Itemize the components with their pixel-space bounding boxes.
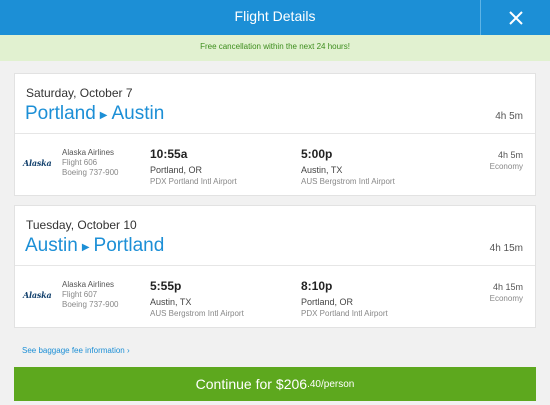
departure-city: Portland, OR	[150, 165, 203, 175]
segment-duration: 4h 5m	[497, 150, 523, 160]
arrival-info: 5:00p Austin, TX AUS Bergstrom Intl Airp…	[301, 147, 395, 187]
flight-card-return: Tuesday, October 10 Austin ▶ Portland 4h…	[14, 205, 536, 328]
flight-duration: 4h 5m	[495, 111, 523, 122]
flight-card-outbound: Saturday, October 7 Portland ▶ Austin 4h…	[14, 73, 536, 196]
continue-price: $206	[275, 376, 308, 392]
airline-name: Alaska Airlines	[62, 148, 115, 157]
airline-name: Alaska Airlines	[62, 280, 115, 289]
continue-button[interactable]: Continue for $206 .40/person	[14, 367, 536, 401]
airline-logo: Alaska	[23, 158, 52, 168]
arrival-info: 8:10p Portland, OR PDX Portland Intl Air…	[301, 279, 388, 319]
route-origin: Portland	[25, 103, 96, 124]
departure-info: 10:55a Portland, OR PDX Portland Intl Ai…	[150, 147, 237, 187]
cabin-class: Economy	[489, 294, 523, 303]
divider	[15, 133, 535, 134]
segment-info: 4h 5m Economy	[490, 149, 523, 173]
departure-info: 5:55p Austin, TX AUS Bergstrom Intl Airp…	[150, 279, 244, 319]
baggage-fee-link[interactable]: See baggage fee information ›	[22, 346, 130, 355]
route-origin: Austin	[25, 235, 78, 256]
triangle-right-icon: ▶	[99, 109, 108, 121]
arrival-airport: PDX Portland Intl Airport	[301, 309, 388, 318]
cancellation-notice: Free cancellation within the next 24 hou…	[0, 35, 550, 61]
departure-city: Austin, TX	[150, 297, 192, 307]
flight-route: Portland ▶ Austin	[25, 103, 164, 125]
divider	[15, 265, 535, 266]
departure-time: 5:55p	[150, 279, 182, 293]
page-title: Flight Details	[234, 8, 316, 24]
departure-airport: PDX Portland Intl Airport	[150, 177, 237, 186]
flight-date: Tuesday, October 10	[26, 218, 137, 232]
departure-airport: AUS Bergstrom Intl Airport	[150, 309, 244, 318]
route-destination: Austin	[111, 103, 165, 124]
aircraft-type: Boeing 737-900	[62, 168, 119, 177]
route-destination: Portland	[93, 235, 165, 256]
segment-duration: 4h 15m	[492, 282, 523, 292]
close-button[interactable]	[480, 0, 550, 35]
airline-info: Alaska Airlines Flight 606 Boeing 737-90…	[62, 148, 119, 178]
arrival-time: 5:00p	[301, 147, 333, 161]
flight-number: Flight 606	[62, 158, 98, 167]
cabin-class: Economy	[489, 162, 523, 171]
arrival-time: 8:10p	[301, 279, 333, 293]
flight-number: Flight 607	[62, 290, 98, 299]
close-icon	[508, 10, 523, 25]
aircraft-type: Boeing 737-900	[62, 300, 119, 309]
arrival-city: Portland, OR	[301, 297, 354, 307]
departure-time: 10:55a	[150, 147, 188, 161]
segment-info: 4h 15m Economy	[490, 281, 523, 305]
airline-info: Alaska Airlines Flight 607 Boeing 737-90…	[62, 280, 119, 310]
flight-duration: 4h 15m	[489, 243, 523, 254]
arrival-airport: AUS Bergstrom Intl Airport	[301, 177, 395, 186]
flight-route: Austin ▶ Portland	[25, 235, 164, 257]
header-bar: Flight Details	[0, 0, 550, 35]
arrival-city: Austin, TX	[301, 165, 343, 175]
triangle-right-icon: ▶	[81, 241, 90, 253]
flight-date: Saturday, October 7	[26, 86, 133, 100]
airline-logo: Alaska	[23, 290, 52, 300]
continue-label: Continue for	[195, 376, 272, 392]
continue-price-cents: .40/person	[307, 378, 355, 390]
